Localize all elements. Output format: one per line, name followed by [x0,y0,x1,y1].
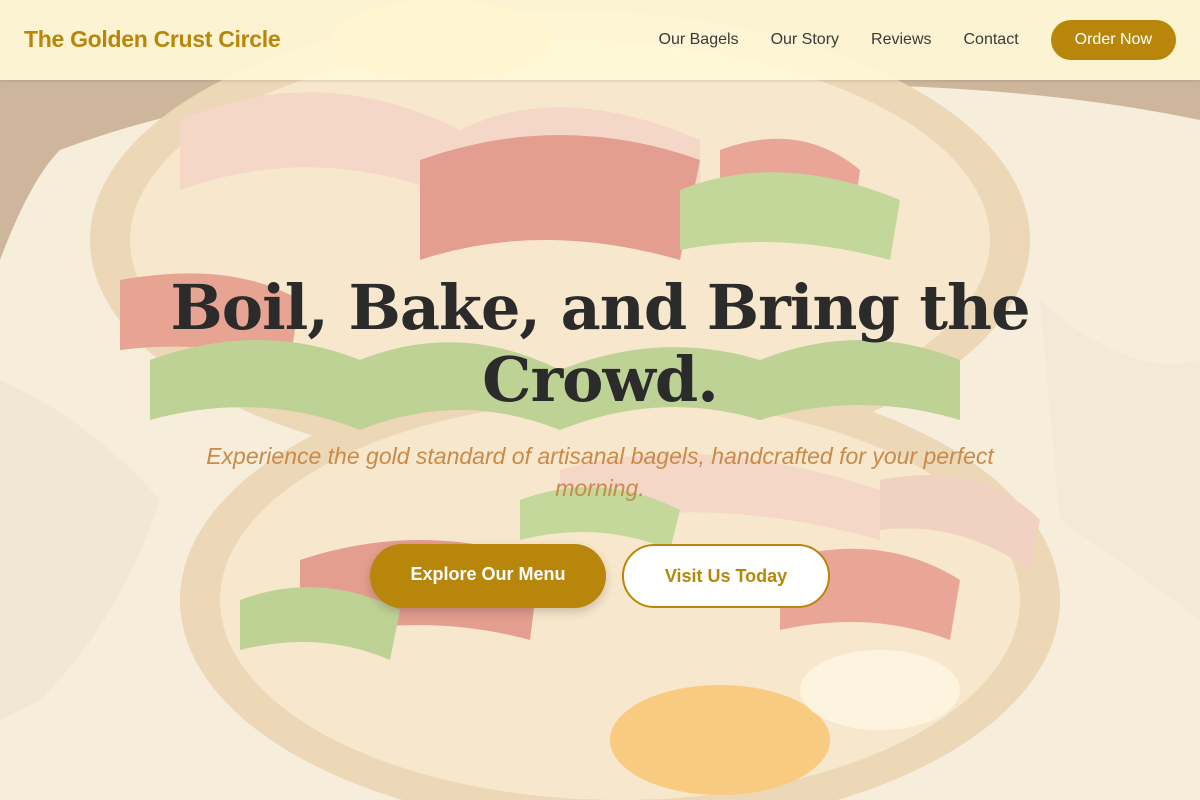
main-nav: Our Bagels Our Story Reviews Contact Ord… [659,20,1176,60]
brand-logo[interactable]: The Golden Crust Circle [24,26,281,53]
nav-link-contact[interactable]: Contact [964,31,1019,49]
nav-link-reviews[interactable]: Reviews [871,31,931,49]
hero-section: Boil, Bake, and Bring the Crowd. Experie… [0,0,1200,800]
order-now-button[interactable]: Order Now [1050,20,1176,60]
site-header: The Golden Crust Circle Our Bagels Our S… [0,0,1200,80]
hero-subtitle: Experience the gold standard of artisana… [206,443,994,501]
nav-link-our-story[interactable]: Our Story [771,31,839,49]
hero-title: Boil, Bake, and Bring the Crowd. [170,271,1030,416]
explore-menu-button[interactable]: Explore Our Menu [370,544,606,608]
nav-link-our-bagels[interactable]: Our Bagels [659,31,739,49]
visit-us-button[interactable]: Visit Us Today [622,544,830,608]
